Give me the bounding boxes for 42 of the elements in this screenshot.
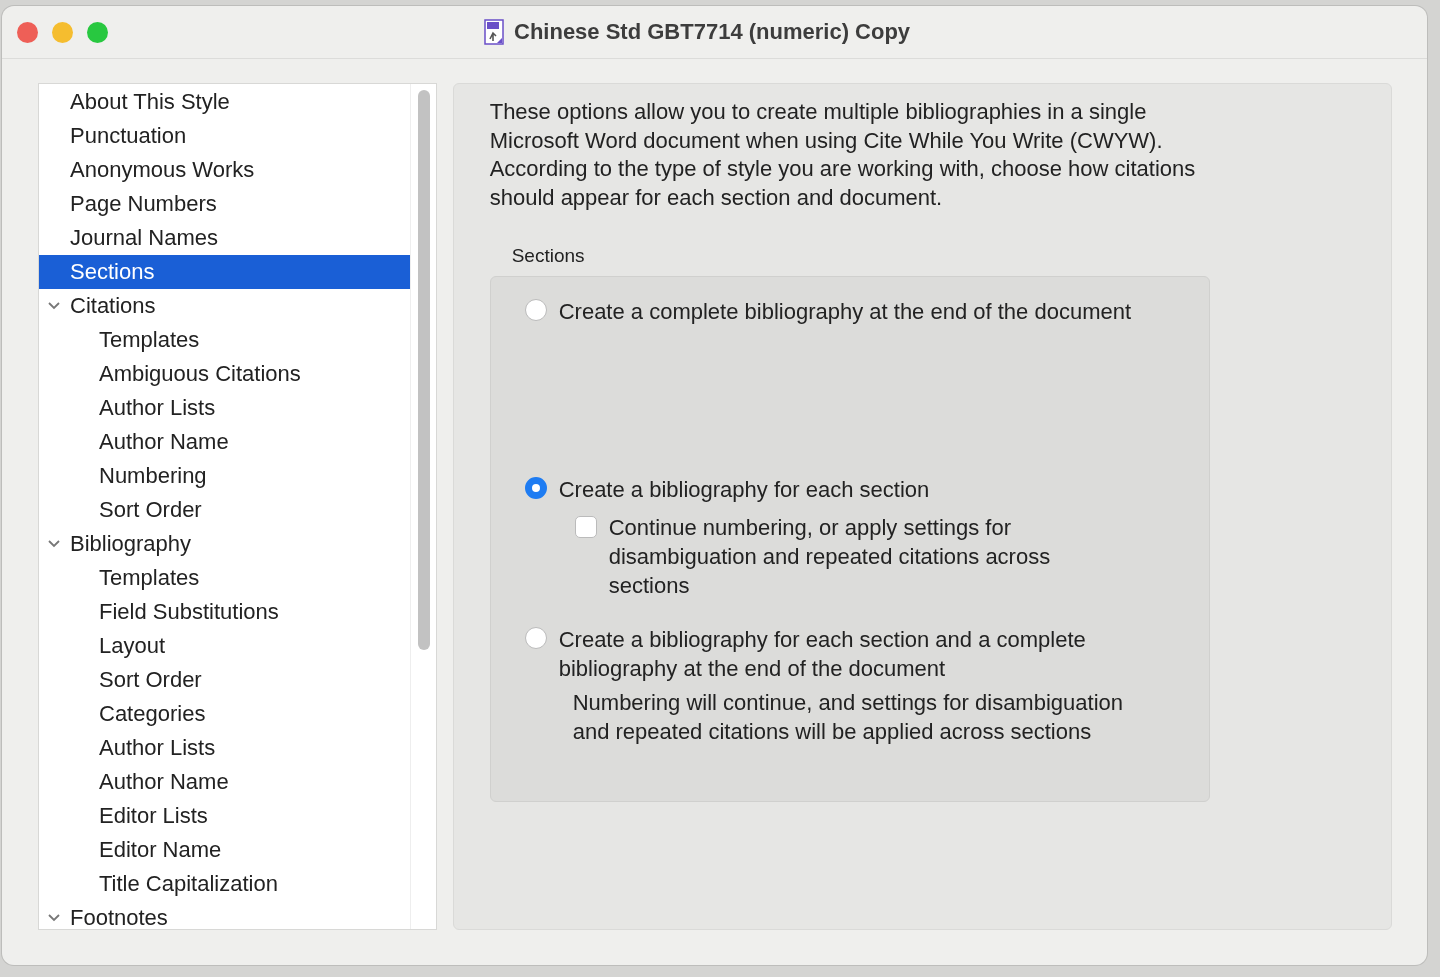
- sidebar-item[interactable]: Author Name: [39, 425, 410, 459]
- radio-button[interactable]: [524, 299, 547, 321]
- sidebar-item[interactable]: Citations: [39, 289, 410, 323]
- sidebar-item[interactable]: Title Capitalization: [39, 867, 410, 901]
- sidebar-item[interactable]: Author Name: [39, 765, 410, 799]
- sidebar-item[interactable]: Author Lists: [39, 391, 410, 425]
- zoom-button[interactable]: [87, 21, 108, 43]
- group-label: Sections: [511, 245, 586, 267]
- minimize-button[interactable]: [52, 21, 73, 43]
- sidebar-item[interactable]: Bibliography: [39, 527, 410, 561]
- option-label: Create a bibliography for each section: [558, 476, 931, 504]
- close-button[interactable]: [17, 21, 38, 43]
- sidebar-item[interactable]: Field Substitutions: [39, 595, 410, 629]
- sidebar-item[interactable]: Punctuation: [39, 119, 410, 153]
- sidebar-item[interactable]: Numbering: [39, 459, 410, 493]
- option-note: Numbering will continue, and settings for disambiguation and repeated citations will be applied across sections: [572, 689, 1124, 746]
- sidebar-item[interactable]: Sort Order: [39, 493, 410, 527]
- checkbox[interactable]: [574, 516, 597, 538]
- sidebar-item[interactable]: Sections: [39, 255, 410, 289]
- sidebar-item[interactable]: About This Style: [39, 85, 410, 119]
- sidebar-item[interactable]: Categories: [39, 697, 410, 731]
- sidebar-item[interactable]: Author Lists: [39, 731, 410, 765]
- scrollbar-thumb[interactable]: [417, 90, 430, 650]
- sidebar-item[interactable]: Sort Order: [39, 663, 410, 697]
- radio-button[interactable]: [524, 627, 547, 649]
- sidebar-item[interactable]: Templates: [39, 561, 410, 595]
- checkbox-label: Continue numbering, or apply settings for disambiguation and repeated citations across sections: [608, 514, 1052, 600]
- option-label: Create a complete bibliography at the end of the document: [558, 298, 1133, 326]
- sidebar-item[interactable]: Layout: [39, 629, 410, 663]
- intro-text: These options allow you to create multiple bibliographies in a single Microsoft Word document when using Cite While You Write (CWYW). According to the type of style you are working with, choose how citations should appear for each section and document.: [489, 98, 1197, 212]
- document-icon: [484, 19, 504, 45]
- sidebar-item[interactable]: Anonymous Works: [39, 153, 410, 187]
- window-title: Chinese Std GBT7714 (numeric) Copy: [514, 19, 911, 45]
- option-label: Create a bibliography for each section and a complete bibliography at the end of the document: [558, 626, 1087, 683]
- sidebar-item[interactable]: Footnotes: [39, 901, 410, 929]
- sidebar-item[interactable]: Page Numbers: [39, 187, 410, 221]
- sidebar-item[interactable]: Templates: [39, 323, 410, 357]
- sidebar-item[interactable]: Editor Lists: [39, 799, 410, 833]
- sidebar-item[interactable]: Editor Name: [39, 833, 410, 867]
- radio-button[interactable]: [524, 477, 547, 499]
- sidebar-item[interactable]: Journal Names: [39, 221, 410, 255]
- sidebar-item[interactable]: Ambiguous Citations: [39, 357, 410, 391]
